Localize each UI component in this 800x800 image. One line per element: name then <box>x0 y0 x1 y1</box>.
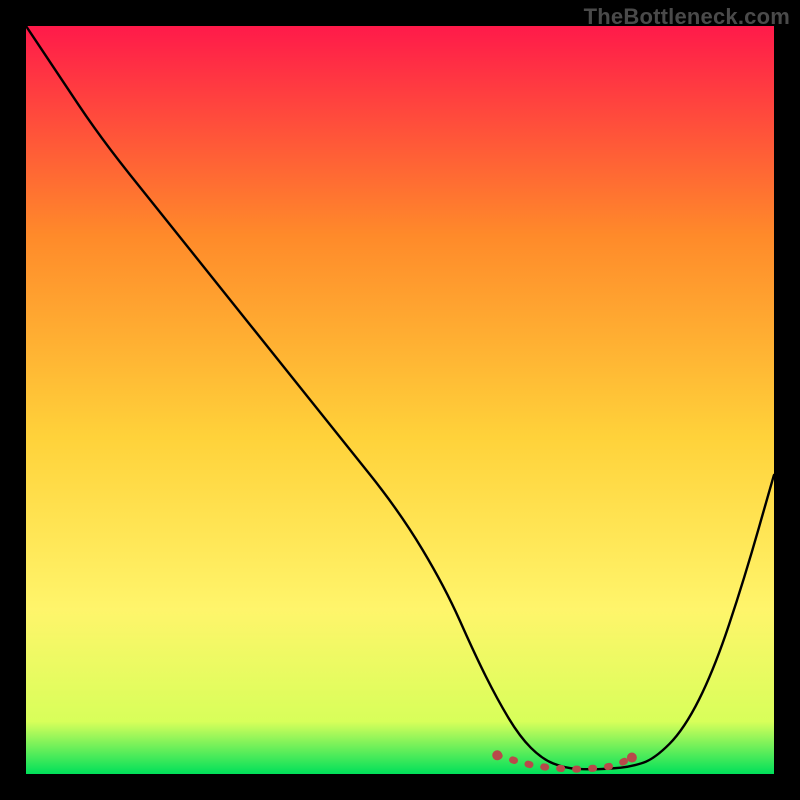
gradient-background <box>26 26 774 774</box>
chart-svg <box>26 26 774 774</box>
optimal-range-end-dot <box>492 750 502 760</box>
optimal-range-end-dot <box>627 753 637 763</box>
watermark-label: TheBottleneck.com <box>584 4 790 30</box>
app-frame: TheBottleneck.com <box>0 0 800 800</box>
chart-area <box>26 26 774 774</box>
